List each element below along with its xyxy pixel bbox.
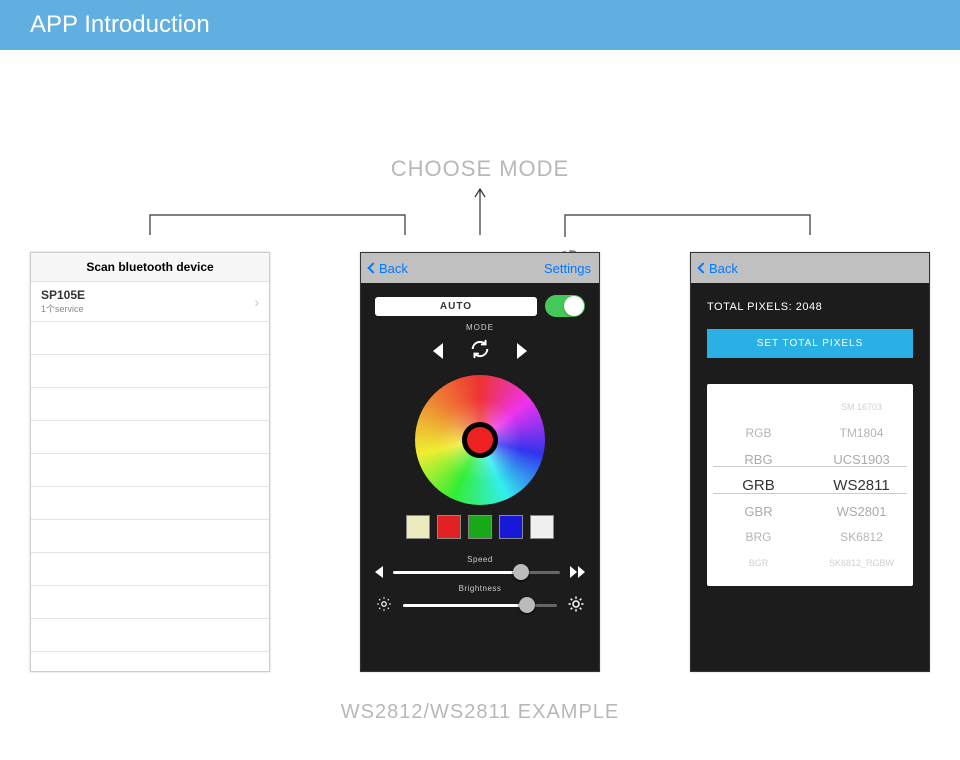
phone-mode: Back Settings AUTO MODE Speed [360, 252, 600, 672]
back-button[interactable]: Back [369, 261, 408, 276]
device-row[interactable]: SP105E 1个service › [31, 282, 269, 322]
chip-picker[interactable]: SM 16703 RGBTM1804 RBGUCS1903 GRBWS2811 … [707, 384, 913, 586]
bottom-caption: WS2812/WS2811 EXAMPLE [0, 701, 960, 724]
color-wheel[interactable] [415, 375, 545, 505]
list-item [31, 454, 269, 487]
device-name: SP105E [41, 288, 85, 302]
brightness-high-icon[interactable] [567, 595, 585, 616]
mode-next-button[interactable] [517, 343, 527, 359]
brightness-slider[interactable] [403, 604, 557, 607]
speed-down-button[interactable] [375, 566, 383, 578]
header-bar: APP Introduction [0, 0, 960, 50]
mode-label: MODE [466, 323, 494, 332]
list-item [31, 355, 269, 388]
cycle-icon[interactable] [469, 338, 491, 363]
back-label: Back [709, 261, 738, 276]
phone-scan: Scan bluetooth device SP105E 1个service › [30, 252, 270, 672]
color-swatch[interactable] [530, 515, 554, 539]
speed-label: Speed [375, 555, 585, 564]
phone-settings: Back TOTAL PIXELS: 2048 SET TOTAL PIXELS… [690, 252, 930, 672]
list-item [31, 388, 269, 421]
choose-mode-label: CHOOSE MODE [0, 156, 960, 182]
total-pixels-label: TOTAL PIXELS: 2048 [707, 301, 913, 313]
auto-pill[interactable]: AUTO [375, 297, 537, 316]
color-swatch[interactable] [499, 515, 523, 539]
list-item [31, 487, 269, 520]
list-item [31, 520, 269, 553]
chevron-left-icon [367, 262, 378, 273]
back-label: Back [379, 261, 408, 276]
chevron-left-icon [697, 262, 708, 273]
power-toggle[interactable] [545, 295, 585, 317]
color-swatch[interactable] [406, 515, 430, 539]
color-selected-swatch [462, 422, 498, 458]
brightness-label: Brightness [375, 584, 585, 593]
scan-header: Scan bluetooth device [31, 253, 269, 282]
swatch-row [406, 515, 554, 539]
color-swatch[interactable] [468, 515, 492, 539]
speed-up-button[interactable] [570, 566, 585, 578]
device-sub: 1个service [41, 302, 85, 315]
list-item [31, 553, 269, 586]
brightness-low-icon[interactable] [375, 595, 393, 616]
list-item [31, 322, 269, 355]
list-item [31, 586, 269, 619]
chevron-right-icon: › [254, 294, 259, 310]
color-swatch[interactable] [437, 515, 461, 539]
list-item [31, 619, 269, 652]
settings-button[interactable]: Settings [544, 261, 591, 276]
list-item [31, 421, 269, 454]
set-total-pixels-button[interactable]: SET TOTAL PIXELS [707, 329, 913, 358]
header-title: APP Introduction [30, 11, 210, 39]
back-button[interactable]: Back [699, 261, 738, 276]
mode-prev-button[interactable] [433, 343, 443, 359]
nav-bar: Back Settings [361, 253, 599, 283]
nav-bar: Back [691, 253, 929, 283]
speed-slider[interactable] [393, 571, 560, 574]
